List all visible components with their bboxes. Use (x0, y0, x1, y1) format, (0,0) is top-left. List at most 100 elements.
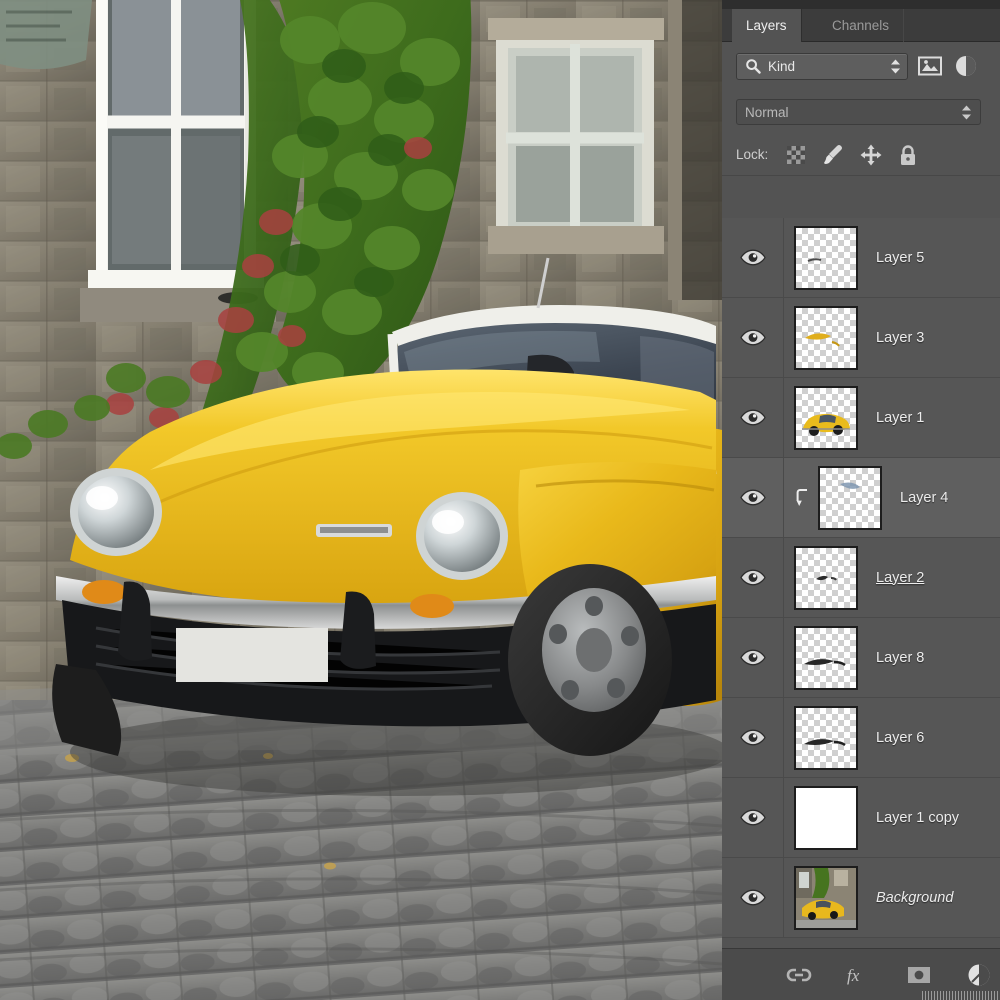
layer-thumbnail-area (784, 385, 858, 450)
layer-thumbnail-area (784, 545, 858, 610)
layer-name[interactable]: Layer 8 (876, 650, 924, 666)
eye-icon[interactable] (739, 569, 766, 586)
layer-visibility-toggle[interactable] (722, 458, 784, 537)
eye-glyph (739, 249, 766, 266)
brush-lock-icon[interactable] (822, 144, 844, 166)
layer-thumbnail[interactable] (794, 385, 858, 450)
layer-name[interactable]: Layer 1 (876, 410, 924, 426)
layer-mask-icon[interactable] (904, 960, 934, 990)
adjustment-filter-icon[interactable] (952, 53, 980, 79)
layer-thumbnail[interactable] (794, 545, 858, 610)
image-canvas[interactable] (0, 0, 722, 1000)
eye-icon[interactable] (739, 649, 766, 666)
eye-glyph (739, 569, 766, 586)
blend-mode-row: Normal (722, 90, 1000, 134)
layer-thumbnail[interactable] (818, 465, 882, 530)
layer-thumbnail[interactable] (794, 865, 858, 930)
layer-name[interactable]: Layer 1 copy (876, 810, 959, 826)
eye-icon[interactable] (739, 729, 766, 746)
position-lock-icon[interactable] (860, 144, 882, 166)
layer-thumbnail[interactable] (794, 625, 858, 690)
layer-thumbnail-area (784, 465, 882, 530)
clipping-mask-icon (794, 488, 812, 507)
eye-icon[interactable] (739, 249, 766, 266)
layer-name[interactable]: Background (876, 890, 953, 906)
blend-stepper-arrows[interactable] (961, 105, 972, 120)
layer-thumbnail-area (784, 625, 858, 690)
layer-thumbnail-area (784, 865, 858, 930)
eye-glyph (739, 329, 766, 346)
layer-row[interactable]: Layer 5 (722, 218, 1000, 298)
layer-row[interactable]: Layer 1 copy (722, 778, 1000, 858)
layer-thumbnail[interactable] (794, 305, 858, 370)
layer-name[interactable]: Layer 4 (900, 490, 948, 506)
blend-mode-select[interactable]: Normal (736, 99, 981, 125)
eye-icon[interactable] (739, 489, 766, 506)
eye-icon[interactable] (739, 889, 766, 906)
transparency-lock-icon[interactable] (786, 145, 806, 165)
new-adjustment-layer-icon[interactable] (964, 960, 994, 990)
layer-row[interactable]: Layer 3 (722, 298, 1000, 378)
kind-stepper-arrows[interactable] (890, 59, 901, 74)
layer-row[interactable]: Layer 4 (722, 458, 1000, 538)
kind-filter-label: Kind (768, 58, 796, 74)
layer-visibility-toggle[interactable] (722, 538, 784, 617)
image-filter-icon[interactable] (916, 53, 944, 79)
thumbnail-artwork (796, 708, 856, 768)
layer-thumbnail[interactable] (794, 225, 858, 290)
layer-style-fx-icon[interactable]: fx (844, 960, 874, 990)
svg-text:fx: fx (847, 966, 860, 985)
panel-top-strip (722, 0, 1000, 9)
eye-icon[interactable] (739, 329, 766, 346)
wheel-front-right (508, 564, 672, 756)
layer-thumbnail[interactable] (794, 705, 858, 770)
link-layers-icon[interactable] (784, 960, 814, 990)
headlight-left (70, 468, 162, 556)
panel-resize-grip[interactable] (922, 991, 1000, 1000)
panel-tab-bar: Layers Channels (722, 0, 1000, 42)
thumbnail-artwork (796, 628, 856, 688)
layer-thumbnail[interactable] (794, 785, 858, 850)
layer-row[interactable]: Background (722, 858, 1000, 938)
layer-name[interactable]: Layer 2 (876, 570, 924, 586)
layer-row[interactable]: Layer 1 (722, 378, 1000, 458)
lock-label: Lock: (736, 147, 769, 162)
layer-visibility-toggle[interactable] (722, 218, 784, 297)
tab-channels[interactable]: Channels (818, 9, 905, 42)
search-icon (745, 58, 761, 74)
thumbnail-artwork (820, 468, 880, 528)
eye-glyph (739, 489, 766, 506)
eye-glyph (739, 409, 766, 426)
layer-row[interactable]: Layer 2 (722, 538, 1000, 618)
tab-layers[interactable]: Layers (732, 9, 802, 42)
layer-row[interactable]: Layer 8 (722, 618, 1000, 698)
thumbnail-artwork (796, 388, 856, 448)
layer-row[interactable]: Layer 6 (722, 698, 1000, 778)
layer-thumbnail-area (784, 785, 858, 850)
layer-visibility-toggle[interactable] (722, 378, 784, 457)
layer-visibility-toggle[interactable] (722, 698, 784, 777)
eye-icon[interactable] (739, 409, 766, 426)
lock-row: Lock: (722, 134, 1000, 176)
layer-name[interactable]: Layer 3 (876, 330, 924, 346)
layer-visibility-toggle[interactable] (722, 618, 784, 697)
layer-name[interactable]: Layer 6 (876, 730, 924, 746)
layer-thumbnail-area (784, 225, 858, 290)
layer-name[interactable]: Layer 5 (876, 250, 924, 266)
headlight-right (416, 492, 508, 580)
layer-visibility-toggle[interactable] (722, 298, 784, 377)
layer-filter-row: Kind (722, 42, 1000, 90)
layer-thumbnail-area (784, 305, 858, 370)
eye-icon[interactable] (739, 809, 766, 826)
layer-list[interactable]: Layer 5 Layer 3 Layer 1 Layer 4 Layer 2 … (722, 218, 1000, 948)
eye-glyph (739, 729, 766, 746)
eye-glyph (739, 889, 766, 906)
layer-thumbnail-area (784, 705, 858, 770)
thumbnail-artwork (796, 308, 856, 368)
lock-all-icon[interactable] (898, 144, 918, 166)
layer-visibility-toggle[interactable] (722, 778, 784, 857)
kind-filter-select[interactable]: Kind (736, 52, 908, 80)
number-plate (176, 628, 328, 682)
layer-visibility-toggle[interactable] (722, 858, 784, 937)
thumbnail-artwork (796, 228, 856, 288)
